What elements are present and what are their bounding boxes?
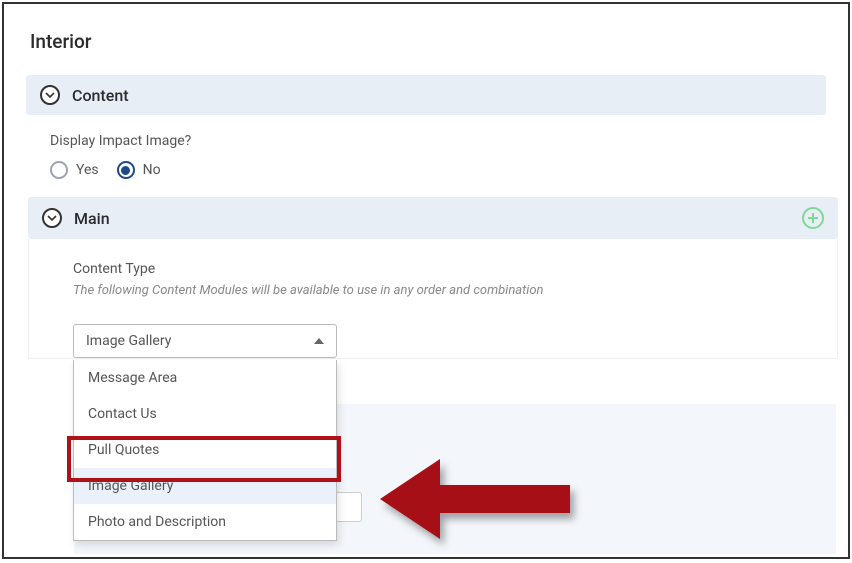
section-content-label: Content xyxy=(72,86,129,105)
dropdown-option-message-area[interactable]: Message Area xyxy=(74,360,336,396)
section-main-header[interactable]: Main xyxy=(28,197,838,239)
add-icon[interactable] xyxy=(802,207,824,229)
radio-no[interactable]: No xyxy=(117,161,161,179)
section-content-header[interactable]: Content xyxy=(26,75,826,115)
dropdown-option-photo-and-description[interactable]: Photo and Description xyxy=(74,504,336,540)
content-type-selected: Image Gallery xyxy=(86,333,171,349)
chevron-down-icon xyxy=(40,85,60,105)
dropdown-option-contact-us[interactable]: Contact Us xyxy=(74,396,336,432)
content-type-help: The following Content Modules will be av… xyxy=(73,283,837,298)
page-title: Interior xyxy=(4,4,848,53)
red-arrow-annotation-icon xyxy=(380,449,580,549)
radio-circle-icon xyxy=(50,161,68,179)
impact-image-question: Display Impact Image? xyxy=(50,133,848,149)
section-main-label: Main xyxy=(74,209,110,228)
dropdown-option-image-gallery[interactable]: Image Gallery xyxy=(74,468,336,504)
dropdown-option-pull-quotes[interactable]: Pull Quotes xyxy=(74,432,336,468)
radio-yes-label: Yes xyxy=(76,162,99,178)
content-type-dropdown-wrap: Image Gallery Message Area Contact Us Pu… xyxy=(73,324,837,358)
content-type-list: Message Area Contact Us Pull Quotes Imag… xyxy=(73,360,337,541)
radio-no-label: No xyxy=(143,162,161,178)
radio-circle-icon xyxy=(117,161,135,179)
content-type-label: Content Type xyxy=(73,261,837,277)
content-type-dropdown[interactable]: Image Gallery xyxy=(73,324,337,358)
arrow-up-icon xyxy=(314,338,324,344)
radio-yes[interactable]: Yes xyxy=(50,161,99,179)
chevron-down-icon xyxy=(42,208,62,228)
